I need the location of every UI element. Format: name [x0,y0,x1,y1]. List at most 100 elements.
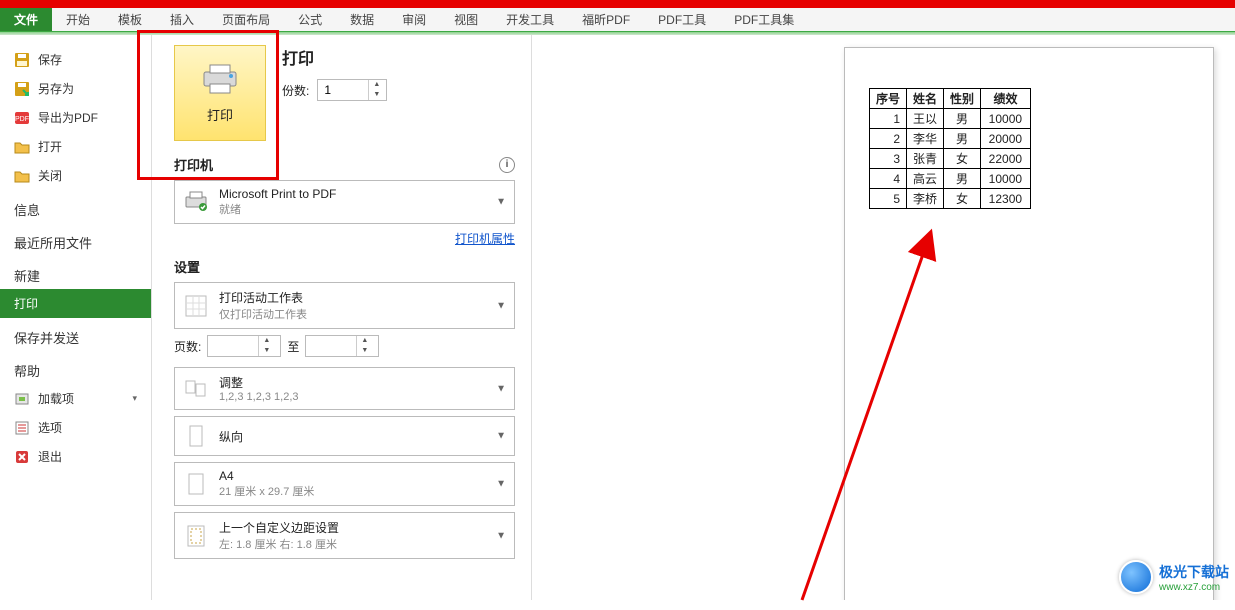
sidebar-item-close[interactable]: 关闭 [0,161,151,190]
exit-icon [14,449,30,465]
margins-icon [183,523,209,549]
margins-sub: 左: 1.8 厘米 右: 1.8 厘米 [219,536,339,552]
sidebar-label: 保存 [38,51,62,68]
sidebar-item-help[interactable]: 帮助 [0,351,151,384]
copies-stepper[interactable]: ▲ ▼ [317,79,387,101]
table-row: 1王以男10000 [870,109,1031,129]
pages-to-label: 至 [287,338,299,355]
table-row: 3张青女22000 [870,149,1031,169]
pages-to-stepper[interactable]: ▲▼ [305,335,379,357]
spin-down-icon[interactable]: ▼ [369,90,384,100]
tab-foxit[interactable]: 福昕PDF [568,8,644,31]
printer-dropdown[interactable]: Microsoft Print to PDF 就绪 ▼ [174,180,515,224]
spin-up-icon[interactable]: ▲ [357,336,372,346]
sidebar-label: 关闭 [38,167,62,184]
chevron-down-icon: ▼ [496,431,506,442]
pages-from-input[interactable] [208,336,258,356]
collate-dropdown[interactable]: 调整 1,2,3 1,2,3 1,2,3 ▼ [174,367,515,410]
sidebar-item-new[interactable]: 新建 [0,256,151,289]
copies-input[interactable] [318,80,368,100]
sidebar-item-save[interactable]: 保存 [0,45,151,74]
cell-sex: 男 [944,109,981,129]
sidebar-item-addins[interactable]: 加载项 ▾ [0,384,151,413]
tab-pdftoolkit[interactable]: PDF工具集 [720,8,808,31]
cell-id: 2 [870,129,907,149]
cell-sex: 男 [944,129,981,149]
cell-name: 高云 [907,169,944,189]
chevron-down-icon: ▼ [496,479,506,490]
sidebar-item-options[interactable]: 选项 [0,413,151,442]
paper-sub: 21 厘米 x 29.7 厘米 [219,483,314,499]
spin-up-icon[interactable]: ▲ [259,336,274,346]
pages-from-stepper[interactable]: ▲▼ [207,335,281,357]
chevron-down-icon: ▼ [496,383,506,394]
sidebar-item-save-as[interactable]: 另存为 [0,74,151,103]
scope-sub: 仅打印活动工作表 [219,306,307,322]
sidebar-item-export-pdf[interactable]: PDF 导出为PDF [0,103,151,132]
cell-score: 20000 [981,129,1031,149]
scope-main: 打印活动工作表 [219,289,307,306]
tab-home[interactable]: 开始 [52,8,104,31]
close-folder-icon [14,168,30,184]
th-id: 序号 [870,89,907,109]
chevron-down-icon: ▼ [496,300,506,311]
tab-pdftools[interactable]: PDF工具 [644,8,720,31]
paper-dropdown[interactable]: A4 21 厘米 x 29.7 厘米 ▼ [174,462,515,506]
cell-name: 王以 [907,109,944,129]
print-title: 打印 [282,45,387,69]
sheet-icon [183,293,209,319]
tab-template[interactable]: 模板 [104,8,156,31]
chevron-down-icon: ▼ [496,530,506,541]
pages-to-input[interactable] [306,336,356,356]
print-button[interactable]: 打印 [174,45,266,141]
sidebar-item-recent[interactable]: 最近所用文件 [0,223,151,256]
tab-file[interactable]: 文件 [0,8,52,31]
sidebar-item-open[interactable]: 打开 [0,132,151,161]
margins-main: 上一个自定义边距设置 [219,519,339,536]
printer-section-label: 打印机 [174,155,213,174]
copies-label: 份数: [282,82,309,99]
sidebar-item-exit[interactable]: 退出 [0,442,151,471]
tab-view[interactable]: 视图 [440,8,492,31]
sidebar-label: 加载项 [38,390,74,407]
printer-properties-link[interactable]: 打印机属性 [455,232,515,246]
cell-score: 10000 [981,109,1031,129]
spin-up-icon[interactable]: ▲ [369,80,384,90]
cell-id: 4 [870,169,907,189]
tab-review[interactable]: 审阅 [388,8,440,31]
margins-dropdown[interactable]: 上一个自定义边距设置 左: 1.8 厘米 右: 1.8 厘米 ▼ [174,512,515,559]
table-header-row: 序号 姓名 性别 绩效 [870,89,1031,109]
cell-sex: 男 [944,169,981,189]
cell-name: 李桥 [907,189,944,209]
options-icon [14,420,30,436]
scope-dropdown[interactable]: 打印活动工作表 仅打印活动工作表 ▼ [174,282,515,329]
printer-icon [200,62,240,99]
info-icon[interactable]: i [499,157,515,173]
sidebar-item-print[interactable]: 打印 [0,289,151,318]
tab-insert[interactable]: 插入 [156,8,208,31]
open-icon [14,139,30,155]
save-as-icon [14,81,30,97]
cell-score: 22000 [981,149,1031,169]
save-icon [14,52,30,68]
orientation-dropdown[interactable]: 纵向 ▼ [174,416,515,456]
table-row: 2李华男20000 [870,129,1031,149]
tab-data[interactable]: 数据 [336,8,388,31]
tab-formula[interactable]: 公式 [284,8,336,31]
sidebar-label: 另存为 [38,80,74,97]
cell-id: 5 [870,189,907,209]
print-preview: 序号 姓名 性别 绩效 1王以男100002李华男200003张青女220004… [532,35,1235,600]
tab-dev[interactable]: 开发工具 [492,8,568,31]
spin-down-icon[interactable]: ▼ [357,346,372,356]
settings-section-label: 设置 [174,257,200,276]
sidebar-item-info[interactable]: 信息 [0,190,151,223]
tab-page-layout[interactable]: 页面布局 [208,8,284,31]
cell-name: 李华 [907,129,944,149]
paper-icon [183,471,209,497]
preview-table: 序号 姓名 性别 绩效 1王以男100002李华男200003张青女220004… [869,88,1031,209]
sidebar-item-save-send[interactable]: 保存并发送 [0,318,151,351]
th-score: 绩效 [981,89,1031,109]
chevron-down-icon: ▾ [132,393,137,404]
chevron-down-icon: ▼ [496,197,506,208]
spin-down-icon[interactable]: ▼ [259,346,274,356]
